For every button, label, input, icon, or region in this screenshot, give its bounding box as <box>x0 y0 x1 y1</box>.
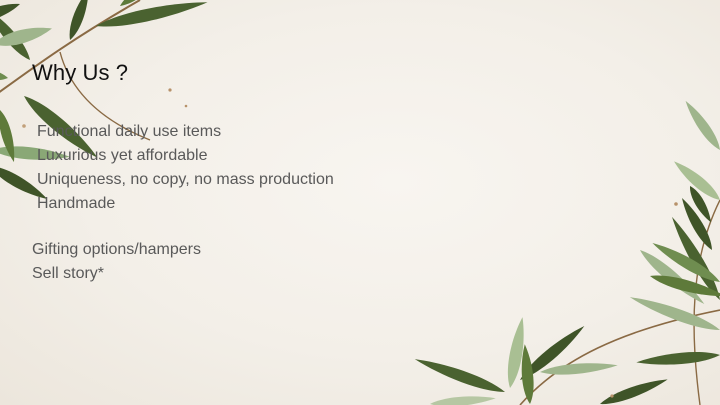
slide-title: Why Us ? <box>32 60 129 85</box>
list-item: Uniqueness, no copy, no mass production <box>37 171 334 188</box>
list-item: Luxurious yet affordable <box>37 147 208 164</box>
olive-branch-bottom-right <box>412 97 720 405</box>
list-item: Functional daily use items <box>37 123 222 140</box>
feature-list: Functional daily use items Luxurious yet… <box>37 120 334 216</box>
slide: Why Us ? Functional daily use items Luxu… <box>0 0 720 405</box>
list-item: Sell story* <box>32 265 105 282</box>
list-item: Handmade <box>37 195 116 212</box>
list-item: Gifting options/hampers <box>32 241 201 258</box>
extras-list: Gifting options/hampers Sell story* <box>32 238 201 286</box>
